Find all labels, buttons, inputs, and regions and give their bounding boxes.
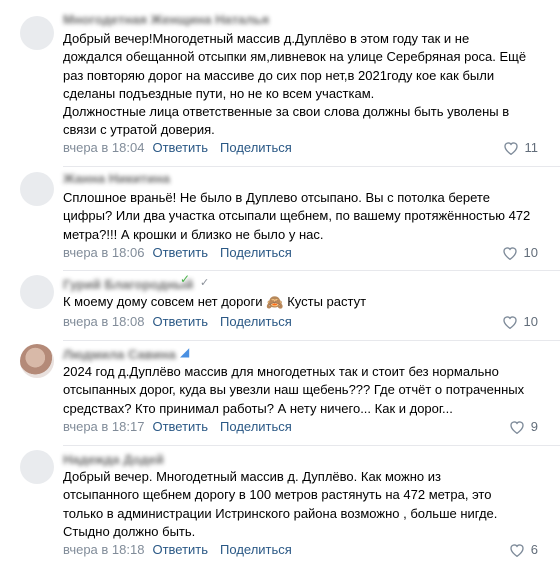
heart-icon — [502, 315, 517, 329]
divider — [63, 445, 560, 446]
like-button[interactable]: 6 — [509, 542, 538, 557]
heart-icon — [510, 543, 524, 557]
comment-meta: вчера в 18:04 Ответить Поделиться — [63, 140, 304, 155]
like-button[interactable]: 9 — [509, 419, 538, 434]
timestamp[interactable]: вчера в 18:04 — [63, 140, 144, 155]
like-count: 10 — [523, 245, 538, 260]
reply-button[interactable]: Ответить — [152, 314, 208, 329]
comment-meta: вчера в 18:18 Ответить Поделиться — [63, 542, 304, 557]
reply-button[interactable]: Ответить — [152, 140, 208, 155]
heart-icon — [502, 246, 517, 260]
timestamp[interactable]: вчера в 18:06 — [63, 245, 144, 260]
like-button[interactable]: 11 — [503, 140, 539, 155]
verified-icon: ✓ — [180, 272, 191, 286]
comment-meta: вчера в 18:17 Ответить Поделиться — [63, 419, 304, 434]
comment-text-part: Кусты растут — [283, 294, 367, 309]
divider — [63, 166, 560, 167]
comment-text: Добрый вечер. Многодетный массив д. Дупл… — [63, 469, 498, 539]
share-button[interactable]: Поделиться — [220, 140, 292, 155]
timestamp[interactable]: вчера в 18:08 — [63, 314, 144, 329]
comment-text-part: К моему дому совсем нет дороги — [63, 294, 267, 309]
share-button[interactable]: Поделиться — [220, 542, 292, 557]
avatar[interactable] — [20, 172, 54, 206]
reply-button[interactable]: Ответить — [152, 419, 208, 434]
comment-text: К моему дому совсем нет дороги 🙈 Кусты р… — [63, 293, 533, 311]
divider — [63, 270, 560, 271]
comment-text: 2024 год д.Дуплёво массив для многодетны… — [63, 364, 525, 416]
author-name[interactable]: Гурий Благородный — [63, 277, 193, 292]
share-button[interactable]: Поделиться — [220, 314, 292, 329]
like-button[interactable]: 10 — [502, 314, 538, 329]
author-name[interactable]: Жанна Никитина — [63, 171, 170, 186]
heart-icon — [503, 141, 518, 155]
badge-icon: ◢ — [180, 345, 190, 359]
like-count: 11 — [524, 140, 539, 155]
heart-icon — [510, 420, 524, 434]
share-button[interactable]: Поделиться — [220, 419, 292, 434]
monkey-emoji-icon: 🙈 — [266, 294, 284, 310]
reply-button[interactable]: Ответить — [152, 245, 208, 260]
like-count: 6 — [530, 542, 538, 557]
like-button[interactable]: 10 — [502, 245, 538, 260]
like-count: 9 — [530, 419, 538, 434]
avatar[interactable] — [20, 275, 54, 309]
like-count: 10 — [523, 314, 538, 329]
comment-text: Добрый вечер!Многодетный массив д.Дуплёв… — [63, 31, 527, 138]
divider — [63, 340, 560, 341]
author-name[interactable]: Многодетная Женщина Наталья — [63, 12, 269, 27]
comment-text: Сплошное враньё! Не было в Дуплево отсып… — [63, 190, 531, 242]
author-name[interactable]: Надежда Додей — [63, 452, 164, 467]
share-button[interactable]: Поделиться — [220, 245, 292, 260]
timestamp[interactable]: вчера в 18:17 — [63, 419, 144, 434]
comment-meta: вчера в 18:08 Ответить Поделиться — [63, 314, 304, 329]
avatar[interactable] — [20, 450, 54, 484]
avatar[interactable] — [20, 344, 54, 378]
timestamp[interactable]: вчера в 18:18 — [63, 542, 144, 557]
comment-meta: вчера в 18:06 Ответить Поделиться — [63, 245, 304, 260]
avatar[interactable] — [20, 16, 54, 50]
reply-button[interactable]: Ответить — [152, 542, 208, 557]
author-name[interactable]: Людмила Савина — [63, 347, 176, 362]
check-icon: ✓ — [200, 277, 210, 289]
